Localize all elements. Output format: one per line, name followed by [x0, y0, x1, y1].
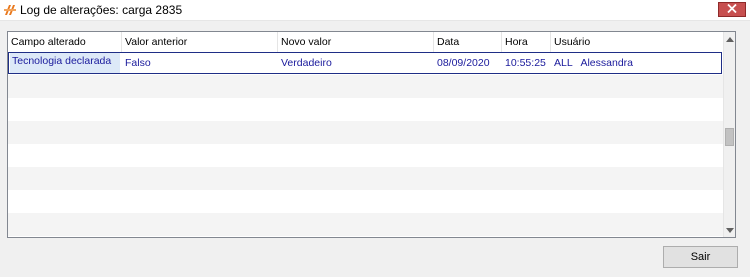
chevron-down-icon: [726, 224, 734, 236]
title-bar[interactable]: Log de alterações: carga 2835: [0, 0, 750, 21]
column-header-campo[interactable]: Campo alterado: [8, 32, 122, 52]
cell-hora[interactable]: 10:55:25: [502, 52, 551, 75]
exit-button[interactable]: Sair: [663, 246, 738, 268]
empty-row: [8, 190, 723, 213]
column-header-valor-anterior[interactable]: Valor anterior: [122, 32, 278, 52]
cell-novo-valor[interactable]: Verdadeiro: [278, 52, 434, 75]
cell-data[interactable]: 08/09/2020: [434, 52, 502, 75]
cell-usuario[interactable]: ALL Alessandra: [551, 52, 721, 75]
grid-body: Tecnologia declarada Falso Verdadeiro 08…: [8, 52, 723, 237]
vertical-scrollbar[interactable]: [723, 32, 735, 237]
log-window: Log de alterações: carga 2835 Campo alte…: [0, 0, 750, 277]
column-header-hora[interactable]: Hora: [502, 32, 551, 52]
scroll-up-button[interactable]: [724, 32, 735, 46]
change-log-grid[interactable]: Campo alterado Valor anterior Novo valor…: [7, 31, 736, 238]
column-header-data[interactable]: Data: [434, 32, 502, 52]
scroll-down-button[interactable]: [724, 223, 735, 237]
chevron-up-icon: [726, 33, 734, 45]
close-icon: [727, 3, 737, 16]
close-button[interactable]: [718, 2, 746, 17]
column-header-usuario[interactable]: Usuário: [551, 32, 723, 52]
empty-row: [8, 167, 723, 190]
empty-row: [8, 98, 723, 121]
cell-valor-anterior[interactable]: Falso: [122, 52, 278, 75]
empty-row: [8, 75, 723, 98]
table-row[interactable]: Tecnologia declarada Falso Verdadeiro 08…: [8, 52, 723, 75]
empty-row: [8, 213, 723, 236]
cell-campo-alterado[interactable]: Tecnologia declarada: [10, 53, 120, 73]
scroll-thumb[interactable]: [725, 128, 734, 146]
app-logo-icon: [3, 3, 17, 17]
grid-header: Campo alterado Valor anterior Novo valor…: [8, 32, 723, 53]
empty-row: [8, 144, 723, 167]
empty-row: [8, 121, 723, 144]
window-title: Log de alterações: carga 2835: [20, 3, 183, 17]
column-header-novo-valor[interactable]: Novo valor: [278, 32, 434, 52]
